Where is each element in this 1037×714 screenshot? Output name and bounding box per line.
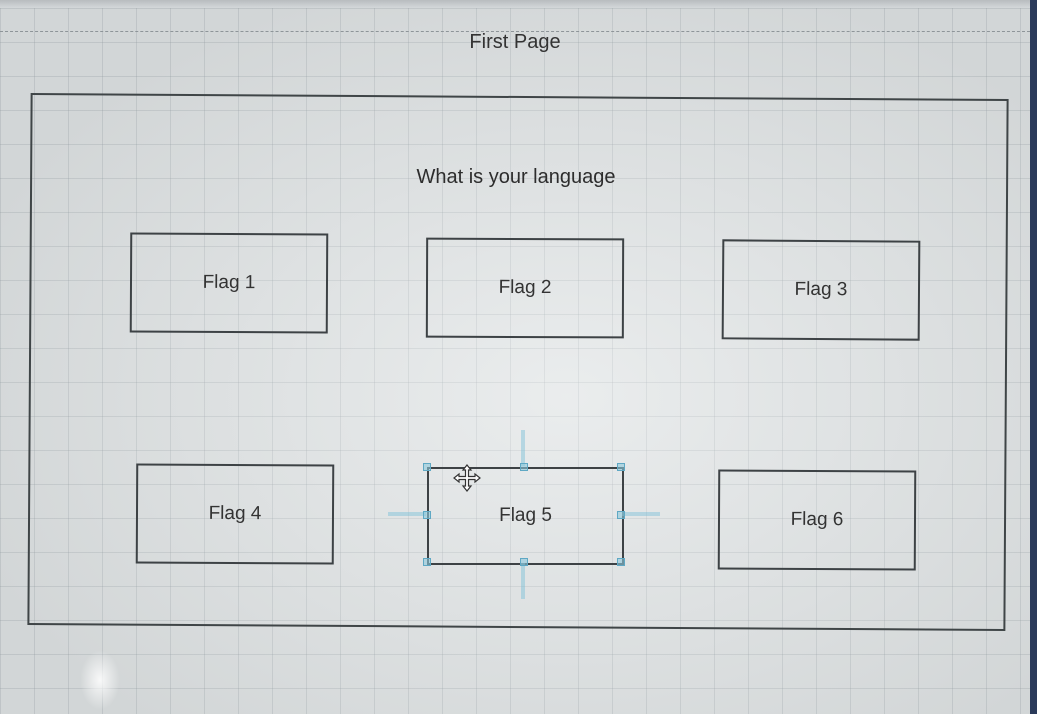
flag-2-label: Flag 2 — [498, 276, 552, 299]
resize-handle-bottom-right[interactable] — [617, 558, 625, 566]
resize-handle-bottom-left[interactable] — [423, 558, 431, 566]
resize-handle-middle-right[interactable] — [617, 511, 625, 519]
resize-handle-middle-left[interactable] — [423, 511, 431, 519]
flag-3-button[interactable]: Flag 3 — [721, 239, 921, 341]
flag-4-button[interactable]: Flag 4 — [135, 463, 335, 565]
selection-guide-bottom[interactable] — [521, 563, 525, 599]
move-cursor-icon — [453, 464, 481, 492]
selection-guide-top[interactable] — [521, 430, 525, 466]
selection-guide-right[interactable] — [622, 512, 660, 516]
resize-handle-bottom-middle[interactable] — [520, 558, 528, 566]
flag-4-label: Flag 4 — [208, 502, 262, 525]
flag-3-label: Flag 3 — [794, 278, 848, 301]
flag-1-button[interactable]: Flag 1 — [129, 232, 329, 334]
flag-6-button[interactable]: Flag 6 — [717, 469, 917, 571]
flag-5-label: Flag 5 — [499, 505, 552, 526]
resize-handle-top-middle[interactable] — [520, 463, 528, 471]
flag-2-button[interactable]: Flag 2 — [425, 237, 625, 339]
question-label[interactable]: What is your language — [376, 166, 656, 189]
flag-1-label: Flag 1 — [202, 271, 256, 294]
screen-glare — [80, 650, 120, 710]
resize-handle-top-right[interactable] — [617, 463, 625, 471]
window-edge — [1030, 0, 1037, 714]
flag-6-label: Flag 6 — [790, 508, 844, 531]
resize-handle-top-left[interactable] — [423, 463, 431, 471]
page-title: First Page — [469, 31, 561, 53]
selection-guide-left[interactable] — [388, 512, 426, 516]
monitor-top-edge — [0, 0, 1030, 8]
